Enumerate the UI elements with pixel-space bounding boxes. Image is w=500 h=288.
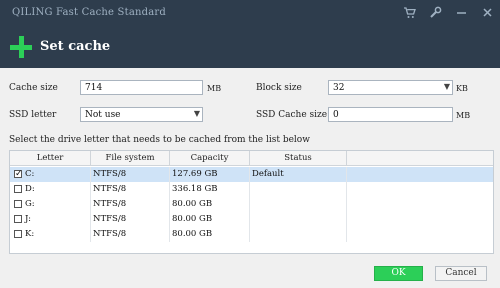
status-cell: [250, 182, 347, 197]
wrench-icon[interactable]: [428, 6, 442, 20]
titlebar-icons: [402, 6, 494, 20]
table-header: Letter File system Capacity Status: [10, 151, 493, 166]
ssd-cache-size-unit: MB: [456, 111, 471, 120]
drive-letter: J:: [25, 214, 31, 224]
row-checkbox[interactable]: [14, 167, 23, 182]
table-row[interactable]: C: NTFS/8 127.69 GB Default: [10, 167, 493, 182]
cart-icon[interactable]: [402, 6, 416, 20]
ok-button[interactable]: OK: [374, 266, 423, 281]
minimize-icon[interactable]: [454, 6, 468, 20]
table-row[interactable]: J: NTFS/8 80.00 GB: [10, 212, 493, 227]
column-header-capacity[interactable]: Capacity: [170, 151, 250, 165]
capacity-cell: 336.18 GB: [170, 182, 250, 197]
ssd-letter-label: SSD letter: [9, 110, 57, 120]
block-size-select[interactable]: 32 ▼: [328, 80, 453, 95]
block-size-label: Block size: [256, 83, 302, 93]
table-row[interactable]: K: NTFS/8 80.00 GB: [10, 227, 493, 242]
column-header-letter[interactable]: Letter: [10, 151, 91, 165]
capacity-cell: 80.00 GB: [170, 197, 250, 212]
drive-letter: G:: [25, 199, 35, 209]
cache-size-label: Cache size: [9, 83, 58, 93]
window-title: QILING Fast Cache Standard: [12, 7, 166, 18]
dialog-title: Set cache: [40, 39, 111, 54]
ssd-cache-size-value: 0: [333, 110, 339, 120]
status-cell: [250, 197, 347, 212]
ssd-cache-size-input[interactable]: 0: [328, 107, 453, 122]
file-system-cell: NTFS/8: [91, 182, 170, 197]
ssd-cache-size-label: SSD Cache size: [256, 110, 328, 120]
cache-size-unit: MB: [207, 84, 222, 93]
cache-size-value: 714: [85, 83, 103, 93]
title-bar: QILING Fast Cache Standard: [0, 0, 500, 28]
cache-size-input[interactable]: 714: [80, 80, 203, 95]
file-system-cell: NTFS/8: [91, 227, 170, 242]
chevron-down-icon: ▼: [193, 109, 200, 118]
table-row[interactable]: G: NTFS/8 80.00 GB: [10, 197, 493, 212]
ssd-letter-select[interactable]: Not use ▼: [80, 107, 203, 122]
row-checkbox[interactable]: [14, 230, 22, 238]
capacity-cell: 80.00 GB: [170, 227, 250, 242]
block-size-unit: KB: [456, 84, 468, 93]
drive-letter: C:: [25, 169, 35, 179]
close-icon[interactable]: [480, 6, 494, 20]
drive-table: Letter File system Capacity Status C: NT…: [9, 150, 494, 254]
row-checkbox[interactable]: [14, 200, 22, 208]
chevron-down-icon: ▼: [443, 82, 450, 91]
drive-letter: K:: [25, 229, 35, 239]
plus-icon: [10, 36, 32, 58]
capacity-cell: 80.00 GB: [170, 212, 250, 227]
table-row[interactable]: D: NTFS/8 336.18 GB: [10, 182, 493, 197]
drive-list-prompt: Select the drive letter that needs to be…: [9, 135, 310, 145]
column-header-file-system[interactable]: File system: [91, 151, 170, 165]
row-checkbox[interactable]: [14, 215, 22, 223]
app-window: QILING Fast Cache Standard Set cache Cac…: [0, 0, 500, 288]
file-system-cell: NTFS/8: [91, 197, 170, 212]
ssd-letter-value: Not use: [85, 110, 121, 120]
dialog-header: Set cache: [0, 28, 500, 68]
row-checkbox[interactable]: [14, 185, 22, 193]
drive-letter: D:: [25, 184, 35, 194]
column-header-status[interactable]: Status: [250, 151, 347, 165]
file-system-cell: NTFS/8: [91, 167, 170, 182]
status-cell: [250, 212, 347, 227]
cancel-button[interactable]: Cancel: [435, 266, 487, 281]
block-size-value: 32: [333, 83, 345, 93]
capacity-cell: 127.69 GB: [170, 167, 250, 182]
status-cell: Default: [250, 167, 347, 182]
status-cell: [250, 227, 347, 242]
file-system-cell: NTFS/8: [91, 212, 170, 227]
